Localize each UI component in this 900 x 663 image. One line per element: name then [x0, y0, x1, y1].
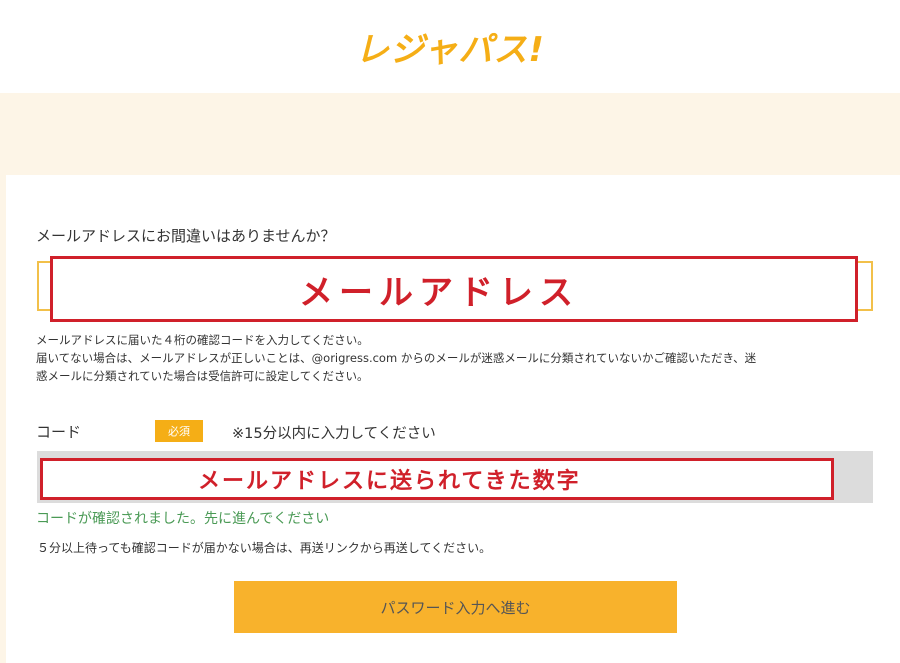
resend-note: ５分以上待っても確認コードが届かない場合は、再送リンクから再送してください。: [37, 541, 492, 555]
instructions-text: メールアドレスに届いた４桁の確認コードを入力してください。 届いてない場合は、メ…: [36, 331, 846, 385]
required-badge: 必須: [155, 420, 203, 442]
site-logo[interactable]: レジャパス!: [0, 22, 900, 71]
instruction-line: 届いてない場合は、メールアドレスが正しいことは、@origress.com から…: [36, 351, 757, 365]
code-label: コード: [36, 423, 82, 441]
code-time-limit-note: ※15分以内に入力してください: [232, 426, 436, 442]
email-annotation-box: メールアドレス: [50, 256, 858, 322]
instruction-line: 惑メールに分類されていた場合は受信許可に設定してください。: [36, 369, 369, 383]
instruction-line: メールアドレスに届いた４桁の確認コードを入力してください。: [36, 333, 369, 347]
proceed-to-password-button[interactable]: パスワード入力へ進む: [234, 581, 677, 633]
email-confirm-question: メールアドレスにお間違いはありませんか？: [36, 227, 336, 245]
code-annotation-box: メールアドレスに送られてきた数字: [40, 458, 834, 500]
email-annotation-label: メールアドレス: [299, 272, 579, 313]
code-annotation-label: メールアドレスに送られてきた数字: [198, 469, 581, 494]
site-header: レジャパス!: [0, 0, 900, 93]
verification-form: メールアドレスにお間違いはありませんか？ メールアドレス メールアドレスに届いた…: [6, 175, 900, 663]
code-confirmed-message: コードが確認されました。先に進んでください: [36, 511, 330, 527]
